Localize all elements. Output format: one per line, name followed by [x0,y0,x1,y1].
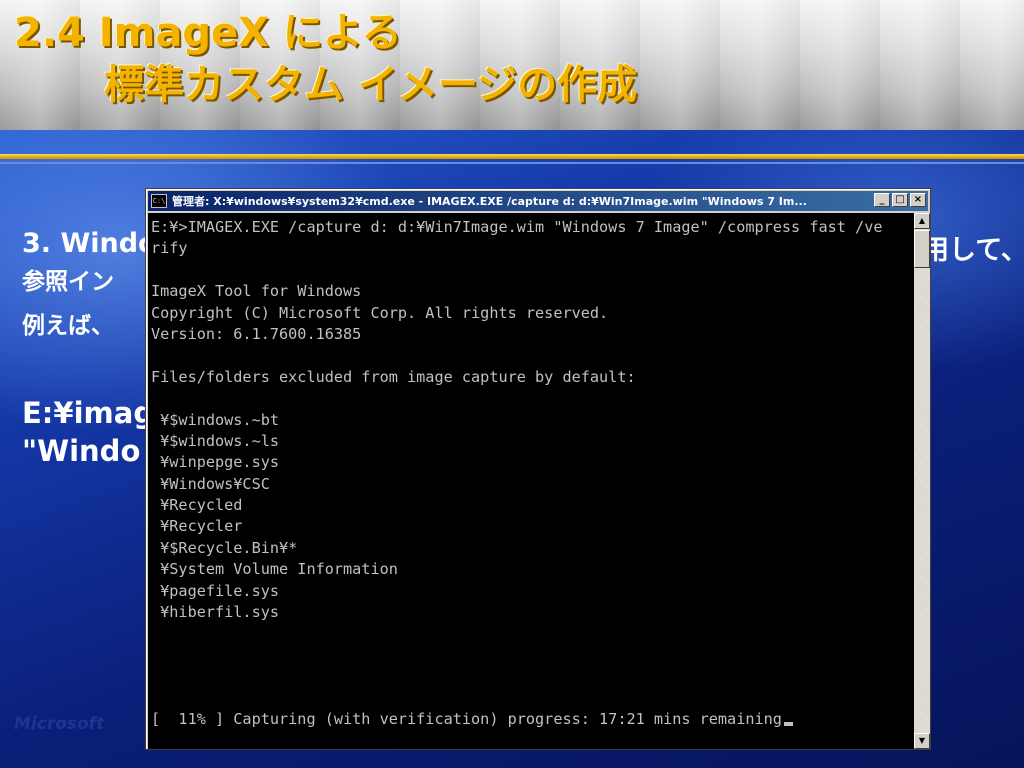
console-line: ¥pagefile.sys [151,581,280,600]
scroll-down-arrow-icon[interactable]: ▼ [914,733,930,749]
minimize-button[interactable]: _ [874,193,890,207]
example-text: 例えば、 [22,313,114,339]
console-line: ¥Recycled [151,496,243,515]
step-text: 3. Windo [22,228,157,259]
slide-header: 2.4 ImageX による 標準カスタム イメージの作成 [0,0,1024,130]
command-text-line2: "Windo [22,434,141,468]
cmd-titlebar[interactable]: C:\ 管理者: X:¥windows¥system32¥cmd.exe - I… [148,191,928,211]
close-button[interactable]: × [910,193,926,207]
reference-text: 参照イン [22,269,114,295]
console-line: Version: 6.1.7600.16385 [151,324,362,343]
cmd-window[interactable]: C:\ 管理者: X:¥windows¥system32¥cmd.exe - I… [145,188,931,750]
cmd-app-icon[interactable]: C:\ [151,194,167,208]
console-line: ¥$Recycle.Bin¥* [151,538,298,557]
scroll-thumb[interactable] [914,230,930,268]
console-line: ImageX Tool for Windows [151,282,362,301]
title-divider-thin [0,162,1024,164]
console-line: ¥hiberfil.sys [151,603,280,622]
progress-line: [ 11% ] Capturing (with verification) pr… [151,709,914,730]
text-cursor [783,721,793,726]
slide-title-line1: 2.4 ImageX による [14,10,402,56]
console-line: ¥Recycler [151,517,243,536]
vertical-scrollbar[interactable]: ▲ ▼ [914,213,930,749]
console-line: Files/folders excluded from image captur… [151,367,636,386]
console-line: E:¥>IMAGEX.EXE /capture d: d:¥Win7Image.… [151,218,883,236]
console-line: ¥Windows¥CSC [151,474,270,493]
title-divider [0,154,1024,159]
console-line: ¥$windows.~ls [151,431,280,450]
console-line: ¥System Volume Information [151,560,398,579]
footer-logo-text: Microsoft [14,714,105,734]
console-line: ¥winpepge.sys [151,453,280,472]
command-text-line1: E:¥imag [22,396,155,430]
window-controls: _ □ × [874,193,926,207]
step-text-tail: 用して、 [922,235,1024,266]
scroll-up-arrow-icon[interactable]: ▲ [914,213,930,229]
maximize-button[interactable]: □ [892,193,908,207]
cmd-window-title: 管理者: X:¥windows¥system32¥cmd.exe - IMAGE… [172,195,807,208]
slide-title-line2: 標準カスタム イメージの作成 [104,62,638,108]
console-line: rify [151,239,188,258]
console-output[interactable]: E:¥>IMAGEX.EXE /capture d: d:¥Win7Image.… [148,213,914,749]
progress-text: [ 11% ] Capturing (with verification) pr… [151,709,782,728]
console-line: Copyright (C) Microsoft Corp. All rights… [151,303,609,322]
console-line: ¥$windows.~bt [151,410,280,429]
